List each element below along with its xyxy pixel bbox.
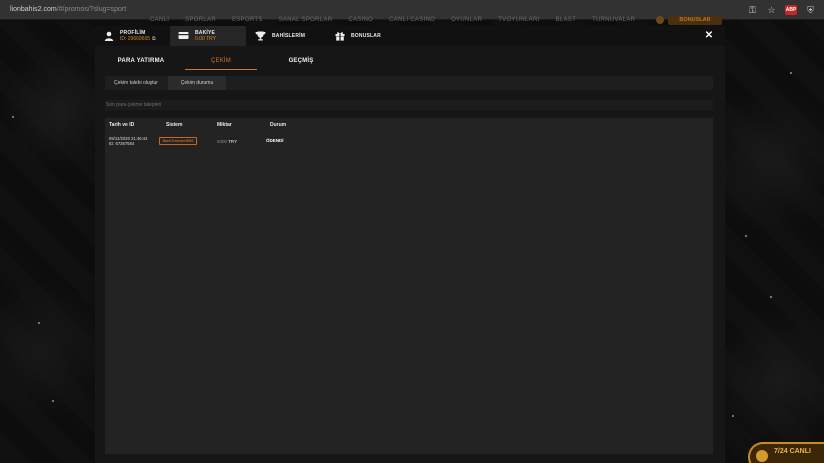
column-header-amount: Miktar [217, 122, 232, 128]
snowflake [52, 400, 54, 402]
live-support-label: 7/24 CANLI [774, 448, 811, 455]
url-path: /#/promos/?slug=sport [56, 6, 127, 13]
amount-currency: TRY [228, 139, 238, 144]
snowflake [790, 72, 792, 74]
live-support-button[interactable]: 7/24 CANLI [748, 442, 824, 463]
tab-withdrawal-status[interactable]: Çekim durumu [168, 76, 226, 90]
site-nav-list: CANLI SPORLAR ESPORTS SANAL SPORLAR CASI… [150, 17, 635, 23]
copy-icon[interactable]: ⧉ [152, 36, 156, 42]
tab-bonuses[interactable]: BONUSLAR [326, 26, 406, 46]
trophy-icon [255, 31, 266, 42]
account-modal: PROFİLİM ID: 29669605 ⧉ BAKİYE 0.00 TRY B… [95, 26, 725, 463]
snowflake [12, 116, 14, 118]
withdrawal-subtabs: Çekim talebi oluştur Çekim durumu [105, 76, 713, 90]
section-title: Son para çekme talepleri [105, 100, 713, 110]
site-nav-item[interactable]: SANAL SPORLAR [279, 17, 333, 23]
gift-icon[interactable] [656, 16, 664, 24]
modal-header: PROFİLİM ID: 29669605 ⧉ BAKİYE 0.00 TRY B… [95, 26, 725, 46]
bonuses-nav-button[interactable]: BONUSLAR [668, 16, 722, 25]
site-nav-item[interactable]: SPORLAR [185, 17, 216, 23]
profile-id-text: ID: 29669605 [120, 36, 151, 42]
tab-history[interactable]: GEÇMİŞ [265, 54, 337, 70]
site-nav-item[interactable]: CASINO [348, 17, 373, 23]
site-nav-item[interactable]: CANLI [150, 17, 169, 23]
site-nav-item[interactable]: CANLI CASINO [389, 17, 435, 23]
site-nav-item[interactable]: TVOYUNLARI [498, 17, 539, 23]
gift-box-icon [334, 31, 345, 42]
site-nav-item[interactable]: BLAST [556, 17, 577, 23]
site-nav-item[interactable]: OYUNLAR [451, 17, 482, 23]
snowflake [38, 322, 40, 324]
transaction-tabs: PARA YATIRMA ÇEKİM GEÇMİŞ [105, 54, 713, 70]
snowflake [745, 235, 747, 237]
user-icon [103, 31, 114, 42]
url-host: lionbahis2.com [10, 6, 57, 13]
column-header-date-id: Tarih ve ID [109, 122, 135, 128]
headset-icon [756, 450, 768, 462]
tab-balance[interactable]: BAKİYE 0.00 TRY [170, 26, 246, 46]
close-icon[interactable]: ✕ [703, 30, 715, 42]
my-bets-title: BAHİSLERİM [272, 33, 306, 39]
tab-deposit[interactable]: PARA YATIRMA [105, 54, 177, 70]
payment-system-badge: BankTransferBMS [159, 137, 197, 145]
column-header-status: Durum [270, 122, 287, 128]
status-badge: ÖDENDİ [266, 138, 284, 143]
site-nav-item[interactable]: ESPORTS [232, 17, 263, 23]
withdrawals-table: Tarih ve ID Sistem Miktar Durum 09/12/20… [105, 118, 713, 454]
profile-id: ID: 29669605 ⧉ [120, 36, 156, 42]
bonuses-title: BONUSLAR [351, 33, 381, 39]
snowflake [732, 415, 734, 417]
tab-my-bets[interactable]: BAHİSLERİM [247, 26, 325, 46]
site-nav-item[interactable]: TURNUVALAR [592, 17, 635, 23]
tab-create-withdrawal[interactable]: Çekim talebi oluştur [105, 76, 167, 90]
row-amount: 5000 TRY [217, 139, 237, 144]
row-id: ID: 67367584 [109, 141, 135, 146]
wallet-icon [178, 31, 189, 42]
column-header-system: Sistem [166, 122, 183, 128]
tab-profile[interactable]: PROFİLİM ID: 29669605 ⧉ [95, 26, 169, 46]
tab-withdrawal[interactable]: ÇEKİM [185, 54, 257, 70]
balance-amount: 0.00 TRY [195, 36, 216, 42]
amount-value: 5000 [217, 139, 228, 144]
snowflake [770, 296, 772, 298]
